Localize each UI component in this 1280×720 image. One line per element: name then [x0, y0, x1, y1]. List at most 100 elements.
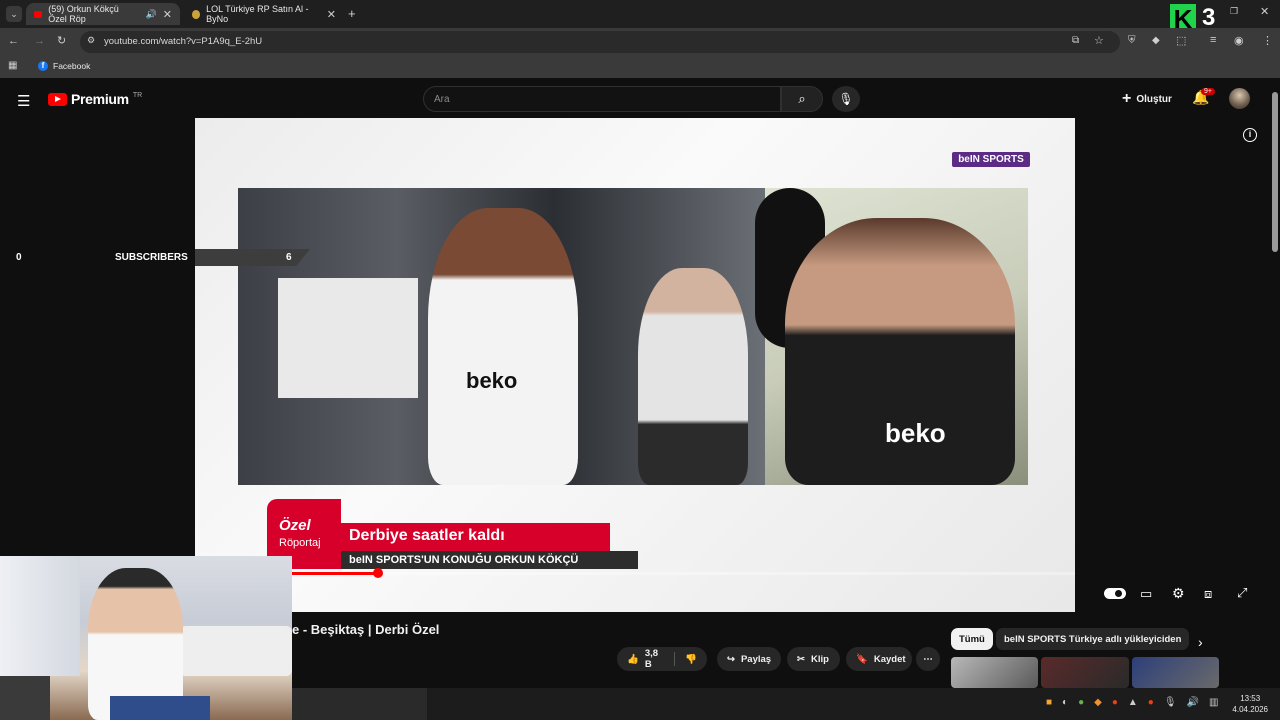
- chair: [0, 676, 50, 720]
- forward-arrow-icon[interactable]: →: [34, 35, 45, 47]
- video-scene-left: beko: [238, 188, 765, 485]
- create-button[interactable]: + Oluştur: [1122, 90, 1172, 108]
- tray-app-icon[interactable]: ●: [1112, 697, 1118, 708]
- page-scrollbar[interactable]: [1272, 92, 1278, 252]
- counter-desk: [278, 278, 418, 398]
- related-thumbnail[interactable]: [1132, 657, 1219, 688]
- tray-app-icon[interactable]: ◐: [1062, 697, 1068, 708]
- player-figure: beko: [428, 208, 578, 485]
- video-player[interactable]: beIN SPORTS beko beko Özel Röportaj Derb…: [195, 118, 1075, 612]
- apps-grid-icon[interactable]: ▦: [8, 60, 17, 71]
- related-thumbnail[interactable]: [951, 657, 1038, 688]
- close-tab-icon[interactable]: ✕: [163, 8, 172, 21]
- new-tab-icon[interactable]: +: [348, 6, 356, 21]
- microphone-tray-icon[interactable]: 🎙: [1164, 697, 1177, 708]
- youtube-play-icon: [48, 92, 67, 106]
- bookmark-label: Facebook: [53, 61, 91, 71]
- diamond-extension-icon[interactable]: ◆: [1152, 35, 1160, 46]
- tab-youtube[interactable]: (59) Orkun Kökçü Özel Röp 🔊 ✕: [26, 3, 180, 25]
- tab-lol-rp[interactable]: LOL Türkiye RP Satın Al - ByNo ✕: [184, 3, 344, 25]
- network-icon[interactable]: ▥: [1209, 697, 1218, 708]
- more-actions-icon[interactable]: ⋯: [916, 647, 940, 671]
- site-info-icon[interactable]: ⚙: [87, 35, 95, 46]
- close-tab-icon[interactable]: ✕: [327, 8, 336, 21]
- video-scene-right: beko: [755, 188, 1028, 485]
- thumbs-up-icon[interactable]: 👍: [627, 654, 639, 665]
- search-icon[interactable]: ⌕: [781, 86, 823, 112]
- url-box[interactable]: ⚙ youtube.com/watch?v=P1A9q_E-2hU ⧉ ☆: [80, 31, 1120, 53]
- related-thumbnail[interactable]: [1041, 657, 1129, 688]
- system-tray: ■ ◐ ● ◆ ● ▲ ● 🎙 🔊 ▥: [1046, 697, 1218, 708]
- lower-third-subline: beIN SPORTS'UN KONUĞU ORKUN KÖKÇÜ: [341, 551, 638, 569]
- youtube-premium-text: Premium: [71, 91, 129, 107]
- clip-button[interactable]: ✂ Klip: [787, 647, 840, 671]
- subscribers-left-value: 0: [16, 252, 22, 263]
- browser-menu-icon[interactable]: ⋮: [1262, 34, 1273, 47]
- reading-list-icon[interactable]: ≡: [1210, 34, 1216, 46]
- extensions-puzzle-icon[interactable]: ⬚: [1176, 34, 1186, 47]
- close-window-icon[interactable]: ✕: [1260, 5, 1269, 18]
- url-text[interactable]: youtube.com/watch?v=P1A9q_E-2hU: [104, 36, 262, 47]
- tray-app-icon[interactable]: ▲: [1128, 697, 1138, 708]
- hamburger-menu-icon[interactable]: ☰: [17, 92, 30, 110]
- reload-icon[interactable]: ↻: [57, 34, 66, 47]
- badge-bottom-text: Röportaj: [279, 537, 321, 549]
- notification-count-badge: 9+: [1201, 88, 1215, 95]
- interviewee-figure: beko: [785, 218, 1015, 485]
- youtube-favicon-icon: [34, 10, 43, 18]
- bookmark-facebook[interactable]: f Facebook: [38, 61, 90, 71]
- like-dislike-group: 👍 3,8 B 👎: [617, 647, 707, 671]
- microphone-icon[interactable]: 🎙: [832, 86, 860, 112]
- search-input[interactable]: [424, 87, 780, 111]
- taskbar-clock[interactable]: 13:53 4.04.2026: [1232, 693, 1268, 715]
- subtitles-icon[interactable]: ▭: [1140, 586, 1152, 602]
- miniplayer-icon[interactable]: ⧈: [1204, 586, 1212, 602]
- taskbar-search-area[interactable]: [292, 688, 427, 720]
- shield-extension-icon[interactable]: ⛨: [1128, 35, 1136, 46]
- share-label: Paylaş: [740, 653, 772, 665]
- subscribers-right-value: 6: [286, 252, 292, 263]
- chevron-right-icon[interactable]: ›: [1198, 634, 1203, 650]
- youtube-logo[interactable]: Premium TR: [48, 91, 142, 107]
- profile-icon[interactable]: ◉: [1234, 34, 1244, 47]
- restore-window-icon[interactable]: ❐: [1230, 6, 1238, 17]
- avatar[interactable]: [1229, 88, 1250, 109]
- facebook-icon: f: [38, 61, 48, 71]
- search-box[interactable]: [423, 86, 781, 112]
- tray-app-icon[interactable]: ■: [1046, 697, 1052, 708]
- address-bar-row: ← → ↻ ⚙ youtube.com/watch?v=P1A9q_E-2hU …: [0, 28, 1280, 56]
- lower-third-headline: Derbiye saatler kaldı: [341, 523, 610, 551]
- streamer-webcam: [0, 556, 292, 720]
- tray-app-icon[interactable]: ●: [1078, 697, 1084, 708]
- subscribers-counter: 0 SUBSCRIBERS 6: [0, 249, 310, 266]
- video-progress-bar[interactable]: [292, 568, 1075, 578]
- info-icon[interactable]: i: [1243, 128, 1257, 142]
- curtain: [0, 556, 80, 676]
- subscribers-label: SUBSCRIBERS: [115, 252, 188, 263]
- save-label: Kaydet: [873, 653, 906, 665]
- youtube-header: ☰ Premium TR ⌕ 🎙 + Oluştur 🔔 9+: [0, 80, 1280, 118]
- bookmark-star-icon[interactable]: ☆: [1094, 34, 1104, 47]
- save-button[interactable]: 🔖 Kaydet: [846, 647, 912, 671]
- fullscreen-icon[interactable]: ⤢: [1237, 585, 1247, 601]
- thumbs-down-icon[interactable]: 👎: [685, 654, 697, 665]
- chip-all[interactable]: Tümü: [951, 628, 993, 650]
- channel-bug: beIN SPORTS: [952, 152, 1030, 167]
- speaker-icon[interactable]: 🔊: [146, 9, 157, 20]
- autoplay-toggle[interactable]: [1104, 588, 1126, 599]
- badge-top-text: Özel: [279, 517, 311, 534]
- tab-list-icon[interactable]: ⌄: [6, 6, 22, 22]
- chip-from-uploader[interactable]: beIN SPORTS Türkiye adlı yükleyiciden: [996, 628, 1190, 650]
- install-app-icon[interactable]: ⧉: [1072, 35, 1079, 46]
- share-button[interactable]: ↪ Paylaş: [717, 647, 781, 671]
- shirt-sponsor-text: beko: [466, 368, 518, 393]
- tray-app-icon[interactable]: ◆: [1094, 697, 1102, 708]
- settings-gear-icon[interactable]: ⚙: [1172, 585, 1185, 602]
- windows-taskbar: ■ ◐ ● ◆ ● ▲ ● 🎙 🔊 ▥ 13:53 4.04.2026: [292, 688, 1280, 720]
- tab-title: LOL Türkiye RP Satın Al - ByNo: [206, 4, 309, 24]
- like-count[interactable]: 3,8 B: [645, 648, 664, 670]
- back-arrow-icon[interactable]: ←: [8, 35, 19, 47]
- tray-app-icon[interactable]: ●: [1148, 697, 1154, 708]
- clock-time: 13:53: [1240, 694, 1261, 703]
- volume-icon[interactable]: 🔊: [1187, 697, 1199, 708]
